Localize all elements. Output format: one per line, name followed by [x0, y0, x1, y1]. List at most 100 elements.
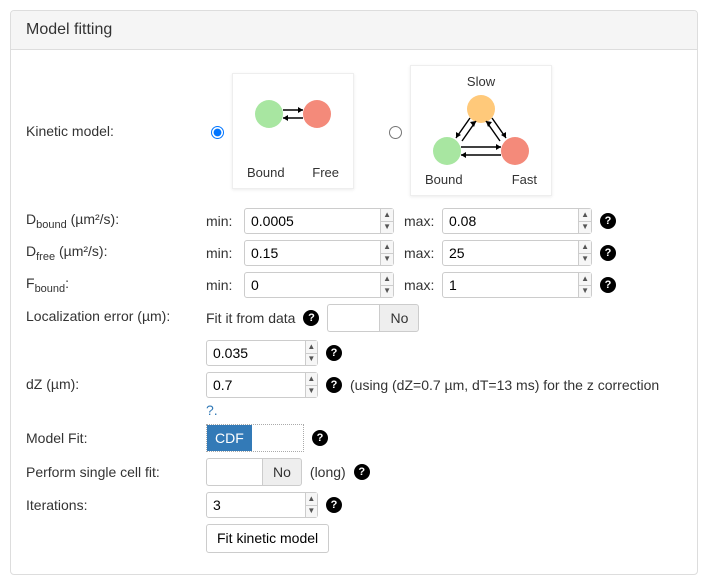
d-free-row: Dfree (µm²/s): min: ▲▼ max: ▲▼ ?	[26, 240, 682, 266]
f-bound-min-input[interactable]	[245, 273, 380, 297]
iterations-spinner[interactable]: ▲▼	[206, 492, 318, 518]
three-state-fast-label: Fast	[512, 172, 537, 187]
spinner-down-icon[interactable]: ▼	[306, 506, 317, 518]
spinner-up-icon[interactable]: ▲	[579, 241, 591, 254]
fit-kinetic-model-button[interactable]: Fit kinetic model	[206, 524, 329, 553]
d-bound-label: Dbound (µm²/s):	[26, 211, 206, 231]
spinner-down-icon[interactable]: ▼	[579, 254, 591, 266]
d-free-label: Dfree (µm²/s):	[26, 243, 206, 263]
loc-error-label: Localization error (µm):	[26, 304, 206, 324]
loc-error-row: Localization error (µm): Fit it from dat…	[26, 304, 682, 366]
f-bound-row: Fbound: min: ▲▼ max: ▲▼ ?	[26, 272, 682, 298]
two-state-bound-label: Bound	[247, 165, 285, 180]
dz-row: dZ (µm): ▲▼ ? (using (dZ=0.7 µm, dT=13 m…	[26, 372, 682, 418]
free-circle-icon	[303, 100, 331, 128]
kinetic-model-three-state[interactable]: Slow	[384, 65, 552, 196]
f-bound-max-spinner[interactable]: ▲▼	[442, 272, 592, 298]
spinner-up-icon[interactable]: ▲	[306, 341, 317, 354]
spinner-down-icon[interactable]: ▼	[381, 222, 393, 234]
spinner-down-icon[interactable]: ▼	[306, 354, 317, 366]
max-label: max:	[404, 213, 438, 229]
spinner-up-icon[interactable]: ▲	[381, 209, 393, 222]
dz-note: (using (dZ=0.7 µm, dT=13 ms) for the z c…	[350, 377, 659, 393]
three-state-diagram: Slow	[410, 65, 552, 196]
dz-question-link[interactable]: ?.	[206, 402, 218, 418]
d-free-min-spinner[interactable]: ▲▼	[244, 240, 394, 266]
kinetic-model-label: Kinetic model:	[26, 123, 206, 139]
dz-spinner[interactable]: ▲▼	[206, 372, 318, 398]
spinner-down-icon[interactable]: ▼	[381, 254, 393, 266]
d-bound-max-spinner[interactable]: ▲▼	[442, 208, 592, 234]
three-state-bound-label: Bound	[425, 172, 463, 187]
max-label: max:	[404, 245, 438, 261]
model-fitting-panel: Model fitting Kinetic model:	[10, 10, 698, 575]
f-bound-max-input[interactable]	[443, 273, 578, 297]
slow-circle-icon	[467, 95, 495, 123]
fit-from-data-input[interactable]	[327, 304, 379, 332]
d-bound-min-input[interactable]	[245, 209, 380, 233]
spinner-up-icon[interactable]: ▲	[381, 273, 393, 286]
help-icon[interactable]: ?	[600, 277, 616, 293]
panel-body: Kinetic model: Bou	[11, 50, 697, 574]
single-cell-input[interactable]	[206, 458, 262, 486]
single-cell-suffix: (long)	[310, 464, 346, 480]
kinetic-model-row: Kinetic model: Bou	[26, 65, 682, 196]
bound-circle-icon	[255, 100, 283, 128]
help-icon[interactable]: ?	[303, 310, 319, 326]
single-cell-label: Perform single cell fit:	[26, 464, 206, 480]
spinner-up-icon[interactable]: ▲	[579, 273, 591, 286]
model-fit-selected: CDF	[207, 425, 252, 451]
help-icon[interactable]: ?	[354, 464, 370, 480]
spinner-down-icon[interactable]: ▼	[306, 386, 317, 398]
spinner-down-icon[interactable]: ▼	[381, 286, 393, 298]
iterations-input[interactable]	[207, 493, 305, 517]
d-free-max-spinner[interactable]: ▲▼	[442, 240, 592, 266]
dz-input[interactable]	[207, 373, 305, 397]
single-cell-toggle[interactable]: No	[262, 458, 302, 486]
spinner-down-icon[interactable]: ▼	[579, 222, 591, 234]
single-cell-row: Perform single cell fit: No (long) ?	[26, 458, 682, 486]
min-label: min:	[206, 245, 240, 261]
loc-error-input[interactable]	[207, 341, 305, 365]
help-icon[interactable]: ?	[312, 430, 328, 446]
fast-circle-icon	[501, 137, 529, 165]
min-label: min:	[206, 277, 240, 293]
panel-title: Model fitting	[11, 11, 697, 50]
dz-label: dZ (µm):	[26, 372, 206, 392]
fit-from-data-label: Fit it from data	[206, 310, 295, 326]
d-bound-min-spinner[interactable]: ▲▼	[244, 208, 394, 234]
three-state-svg	[421, 91, 541, 169]
help-icon[interactable]: ?	[326, 497, 342, 513]
kinetic-model-two-state[interactable]: Bound Free	[206, 73, 354, 189]
d-free-max-input[interactable]	[443, 241, 578, 265]
two-state-free-label: Free	[312, 165, 339, 180]
loc-error-spinner[interactable]: ▲▼	[206, 340, 318, 366]
max-label: max:	[404, 277, 438, 293]
spinner-up-icon[interactable]: ▲	[579, 209, 591, 222]
fit-button-row: Fit kinetic model	[26, 524, 682, 553]
d-bound-max-input[interactable]	[443, 209, 578, 233]
fit-from-data-toggle[interactable]: No	[379, 304, 419, 332]
model-fit-row: Model Fit: CDF ?	[26, 424, 682, 452]
f-bound-min-spinner[interactable]: ▲▼	[244, 272, 394, 298]
kinetic-model-options: Bound Free Slow	[206, 65, 582, 196]
bound-circle-icon-3	[433, 137, 461, 165]
iterations-row: Iterations: ▲▼ ?	[26, 492, 682, 518]
model-fit-label: Model Fit:	[26, 430, 206, 446]
help-icon[interactable]: ?	[600, 245, 616, 261]
kinetic-model-two-state-radio[interactable]	[211, 126, 224, 139]
f-bound-label: Fbound:	[26, 275, 206, 295]
help-icon[interactable]: ?	[326, 345, 342, 361]
kinetic-model-three-state-radio[interactable]	[389, 126, 402, 139]
spinner-up-icon[interactable]: ▲	[306, 493, 317, 506]
help-icon[interactable]: ?	[600, 213, 616, 229]
spinner-down-icon[interactable]: ▼	[579, 286, 591, 298]
three-state-slow-label: Slow	[421, 74, 541, 89]
two-state-svg	[243, 82, 343, 162]
d-free-min-input[interactable]	[245, 241, 380, 265]
help-icon[interactable]: ?	[326, 377, 342, 393]
model-fit-select[interactable]: CDF	[206, 424, 304, 452]
spinner-up-icon[interactable]: ▲	[381, 241, 393, 254]
iterations-label: Iterations:	[26, 497, 206, 513]
spinner-up-icon[interactable]: ▲	[306, 373, 317, 386]
